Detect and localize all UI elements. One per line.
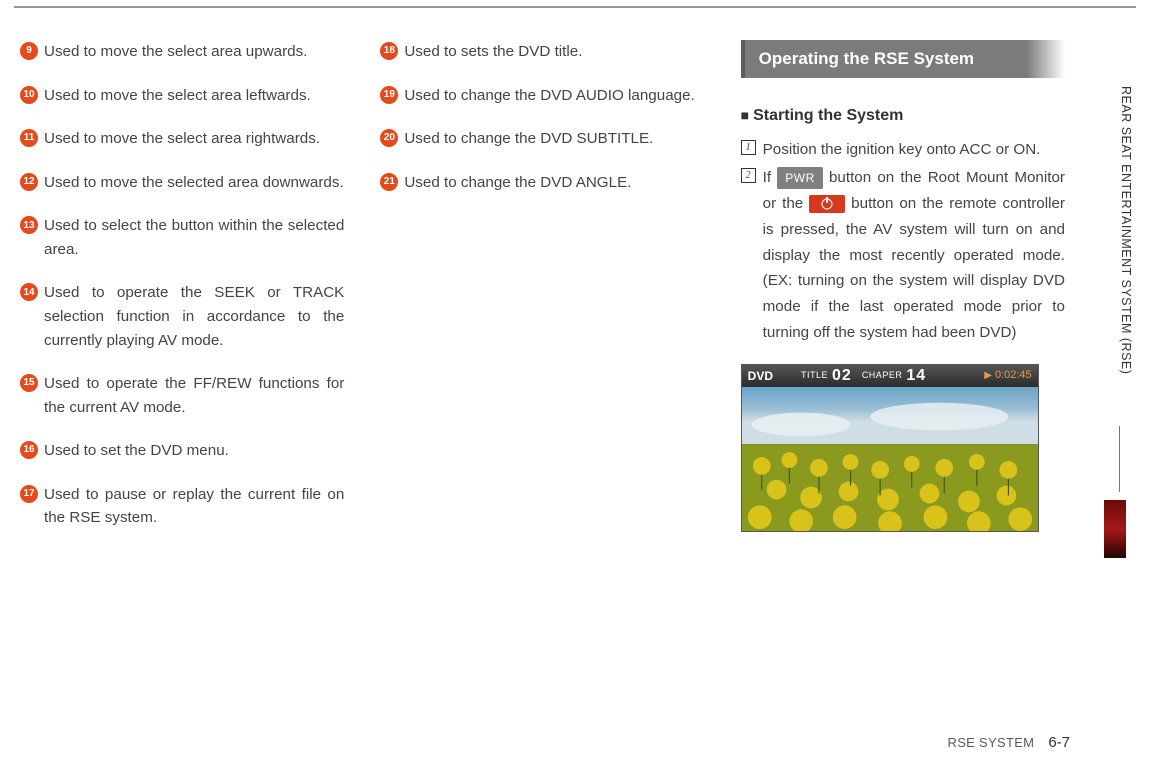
sub-heading-text: Starting the System — [753, 107, 903, 124]
bullet-11: 11 — [20, 129, 38, 147]
bullet-9: 9 — [20, 42, 38, 60]
top-divider — [14, 6, 1136, 8]
pwr-button-icon: PWR — [777, 167, 823, 189]
item-text: Used to operate the FF/REW functions for… — [44, 372, 344, 419]
step-1-text: Position the ignition key onto ACC or ON… — [763, 141, 1041, 158]
dvd-title-label: TITLE — [801, 369, 828, 383]
bullet-17: 17 — [20, 485, 38, 503]
item-text: Used to move the select area rightwards. — [44, 127, 320, 151]
item-text: Used to operate the SEEK or TRACK select… — [44, 281, 344, 352]
list-item: 20 Used to change the DVD SUBTITLE. — [380, 127, 704, 151]
step-number-2: 2 — [741, 168, 756, 183]
square-icon: ■ — [741, 107, 749, 123]
list-item: 18 Used to sets the DVD title. — [380, 40, 704, 64]
list-item: 16 Used to set the DVD menu. — [20, 439, 344, 463]
bullet-12: 12 — [20, 173, 38, 191]
bullet-19: 19 — [380, 86, 398, 104]
dvd-title-num: 02 — [832, 364, 852, 388]
item-text: Used to sets the DVD title. — [404, 40, 582, 64]
bullet-15: 15 — [20, 374, 38, 392]
step-1: 1 Position the ignition key onto ACC or … — [741, 137, 1065, 163]
play-icon: ▶ — [984, 368, 992, 384]
page-footer: RSE SYSTEM 6-7 — [948, 734, 1070, 751]
list-item: 15 Used to operate the FF/REW functions f… — [20, 372, 344, 419]
list-item: 21 Used to change the DVD ANGLE. — [380, 171, 704, 195]
side-label-text: REAR SEAT ENTERTAINMENT SYSTEM (RSE) — [1119, 86, 1133, 374]
section-heading: Operating the RSE System — [741, 40, 1065, 78]
item-text: Used to pause or replay the current file… — [44, 483, 344, 530]
bullet-10: 10 — [20, 86, 38, 104]
dvd-image — [742, 387, 1038, 531]
item-text: Used to change the DVD ANGLE. — [404, 171, 631, 195]
power-button-icon — [809, 195, 845, 213]
list-item: 14 Used to operate the SEEK or TRACK sele… — [20, 281, 344, 352]
bullet-21: 21 — [380, 173, 398, 191]
dvd-time: 0:02:45 — [995, 367, 1032, 384]
column-1: 9 Used to move the select area upwards. 1… — [20, 40, 344, 550]
dvd-chapter-num: 14 — [906, 364, 926, 388]
list-item: 10 Used to move the select area leftwards… — [20, 84, 344, 108]
item-text: Used to move the selected area downwards… — [44, 171, 344, 195]
bullet-14: 14 — [20, 283, 38, 301]
dvd-screenshot: DVD TITLE 02 CHAPER 14 ▶ 0:02:45 — [741, 364, 1039, 532]
step-number-1: 1 — [741, 140, 756, 155]
column-3: Operating the RSE System ■Starting the S… — [741, 40, 1065, 550]
list-item: 9 Used to move the select area upwards. — [20, 40, 344, 64]
footer-section: RSE SYSTEM — [948, 735, 1035, 750]
column-2: 18 Used to sets the DVD title. 19 Used to … — [380, 40, 704, 550]
dvd-chapter-label: CHAPER — [862, 369, 903, 383]
list-item: 13 Used to select the button within the s… — [20, 214, 344, 261]
list-item: 19 Used to change the DVD AUDIO language. — [380, 84, 704, 108]
step-2-text-a: If — [763, 169, 778, 186]
list-item: 11 Used to move the select area rightward… — [20, 127, 344, 151]
bullet-20: 20 — [380, 129, 398, 147]
item-text: Used to set the DVD menu. — [44, 439, 229, 463]
item-text: Used to select the button within the sel… — [44, 214, 344, 261]
side-tab: REAR SEAT ENTERTAINMENT SYSTEM (RSE) — [1102, 40, 1150, 710]
footer-page: 6-7 — [1048, 734, 1070, 751]
side-tab-marker — [1104, 500, 1126, 558]
item-text: Used to move the select area upwards. — [44, 40, 307, 64]
dvd-status-bar: DVD TITLE 02 CHAPER 14 ▶ 0:02:45 — [742, 365, 1038, 387]
dvd-mode: DVD — [748, 367, 773, 386]
list-item: 12 Used to move the selected area downwar… — [20, 171, 344, 195]
side-underline — [1119, 426, 1120, 492]
bullet-18: 18 — [380, 42, 398, 60]
page-columns: 9 Used to move the select area upwards. 1… — [20, 40, 1065, 550]
side-chapter-label: REAR SEAT ENTERTAINMENT SYSTEM (RSE) — [1102, 40, 1150, 420]
item-text: Used to change the DVD AUDIO language. — [404, 84, 694, 108]
bullet-16: 16 — [20, 441, 38, 459]
step-2: 2 If PWR button on the Root Mount Monito… — [741, 165, 1065, 346]
item-text: Used to move the select area leftwards. — [44, 84, 311, 108]
step-2-text-c: button on the remote controller is press… — [763, 195, 1065, 341]
list-item: 17 Used to pause or replay the current fi… — [20, 483, 344, 530]
bullet-13: 13 — [20, 216, 38, 234]
item-text: Used to change the DVD SUBTITLE. — [404, 127, 653, 151]
sub-heading: ■Starting the System — [741, 104, 1065, 129]
